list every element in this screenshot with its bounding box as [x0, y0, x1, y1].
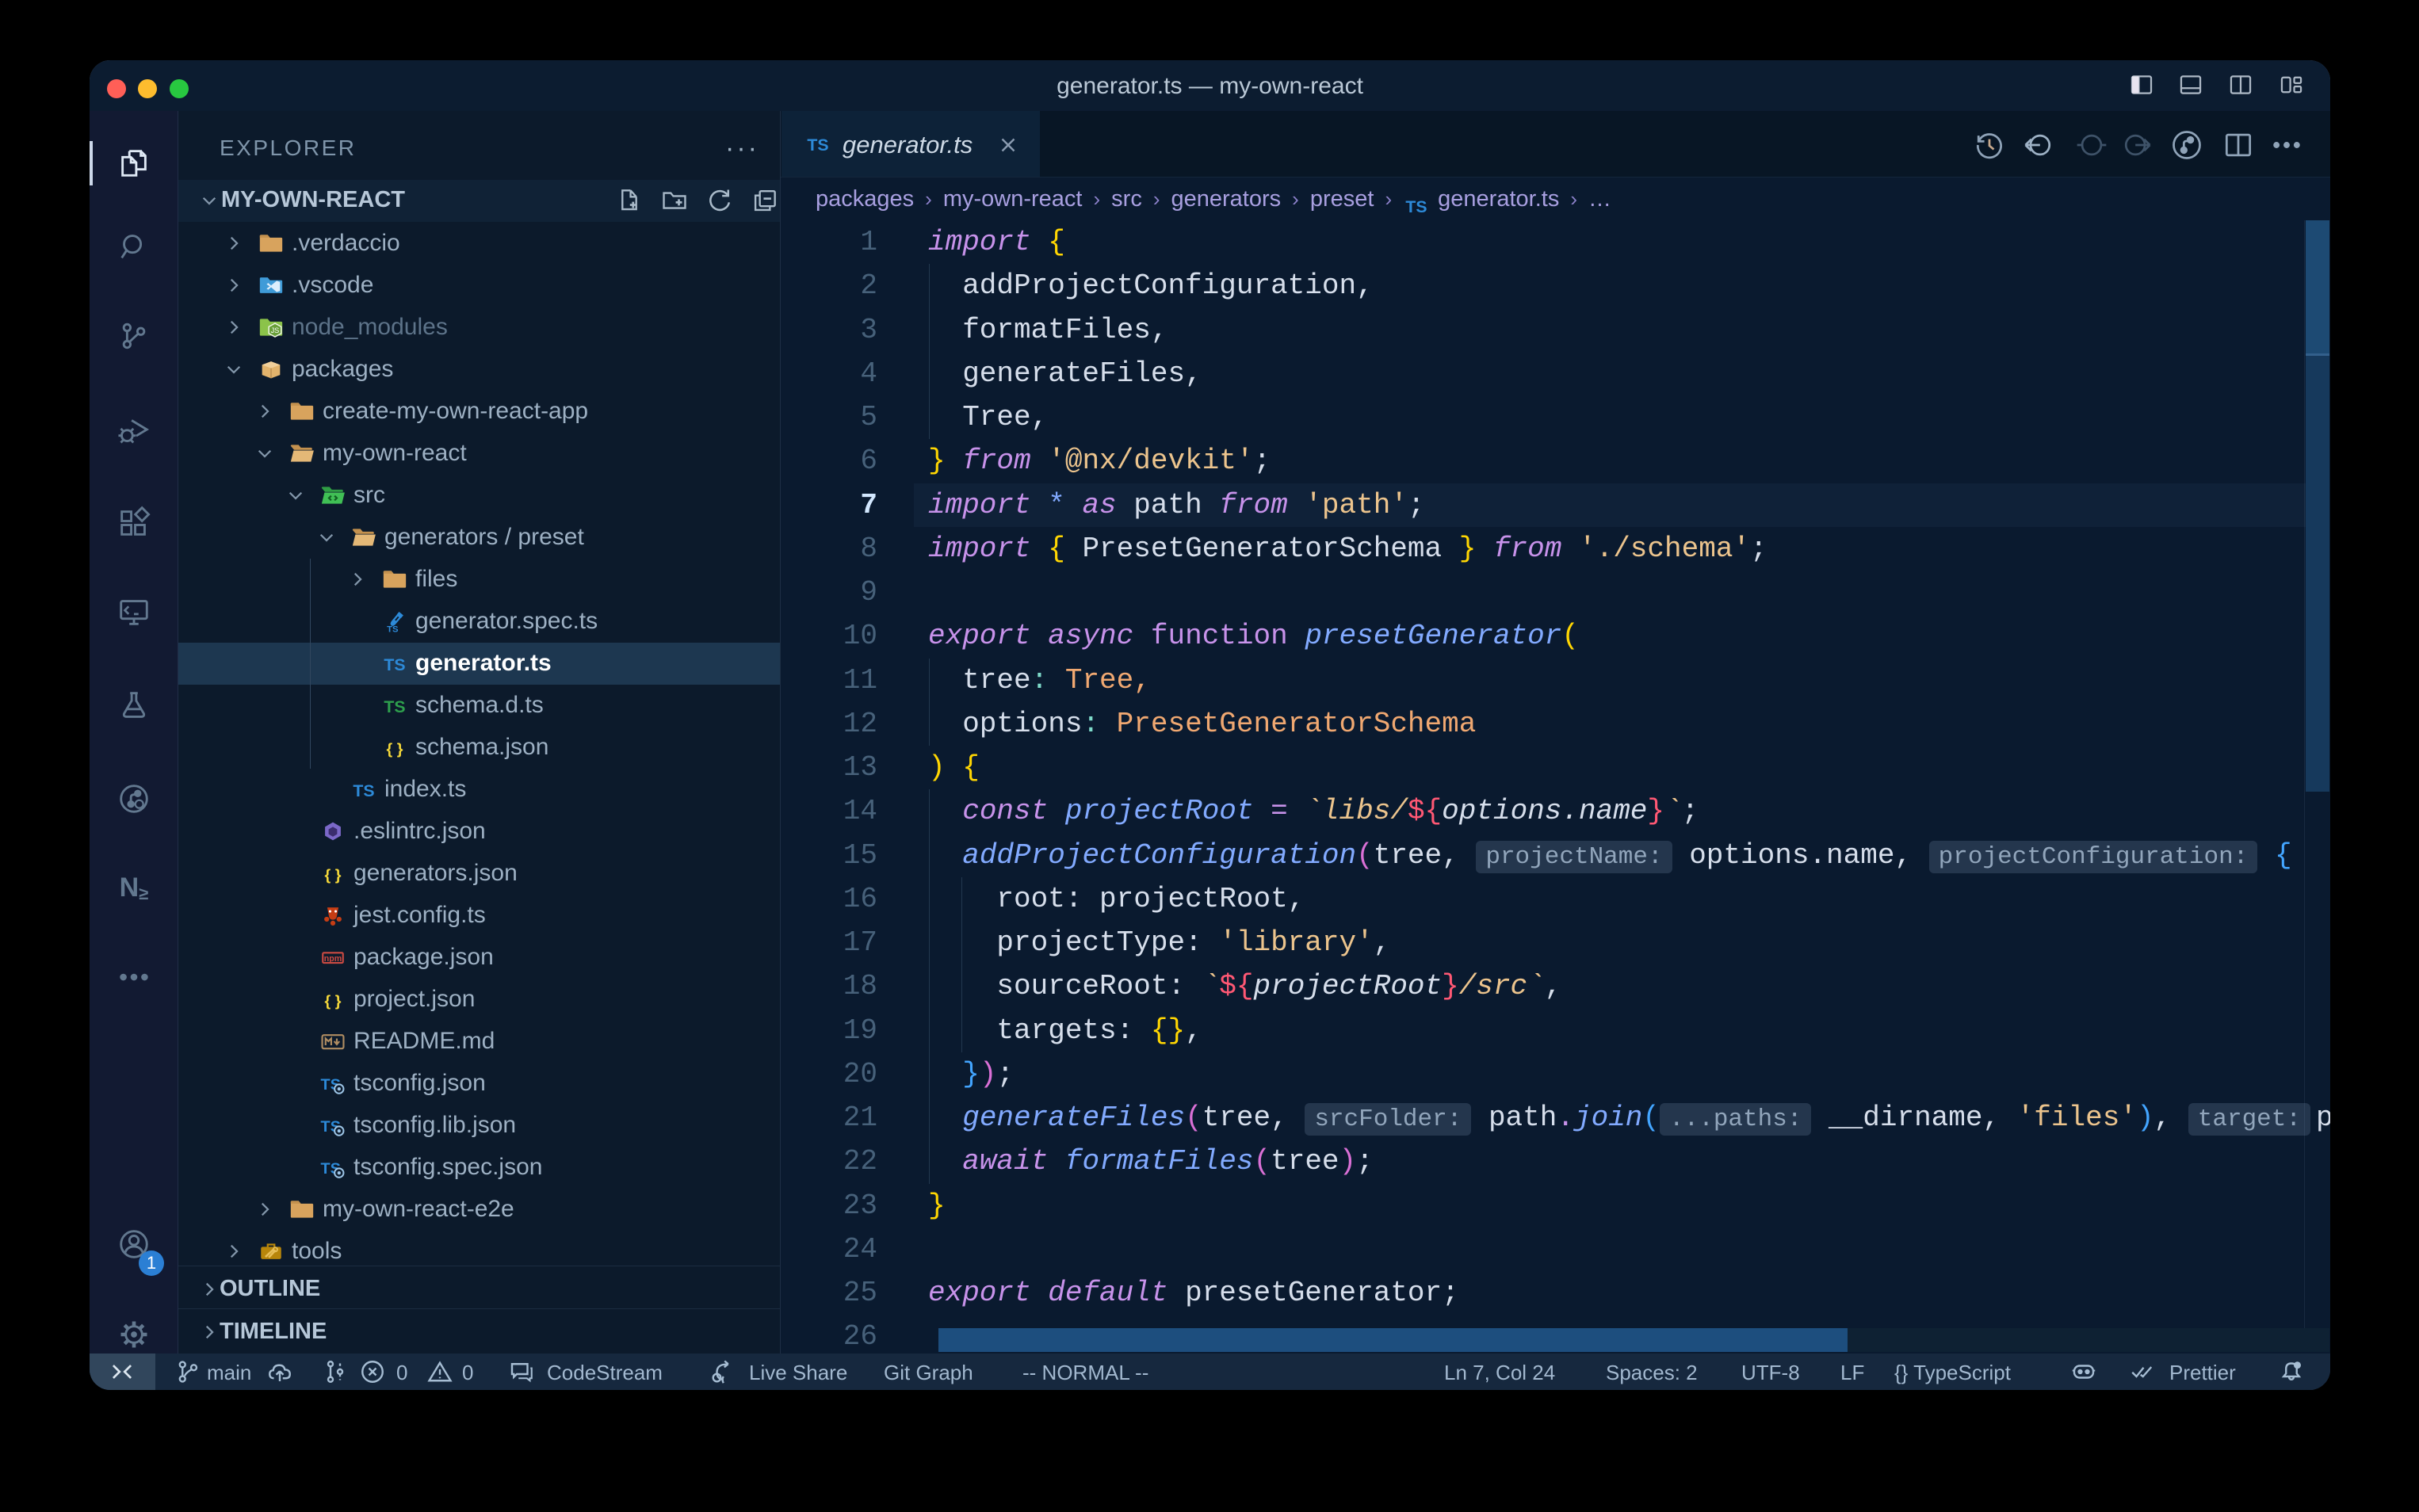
- svg-text:TS: TS: [1406, 198, 1427, 217]
- svg-text:npm: npm: [324, 954, 342, 964]
- svg-text:{ }: { }: [325, 993, 342, 1010]
- svg-text:{ }: { }: [387, 741, 403, 758]
- svg-text:TS: TS: [807, 136, 828, 155]
- svg-text:TS: TS: [384, 697, 405, 716]
- svg-text:TS: TS: [387, 624, 399, 634]
- svg-text:TS: TS: [353, 781, 374, 800]
- svg-text:{ }: { }: [325, 867, 342, 884]
- svg-text:JS: JS: [271, 326, 280, 334]
- svg-text:TS: TS: [384, 655, 405, 674]
